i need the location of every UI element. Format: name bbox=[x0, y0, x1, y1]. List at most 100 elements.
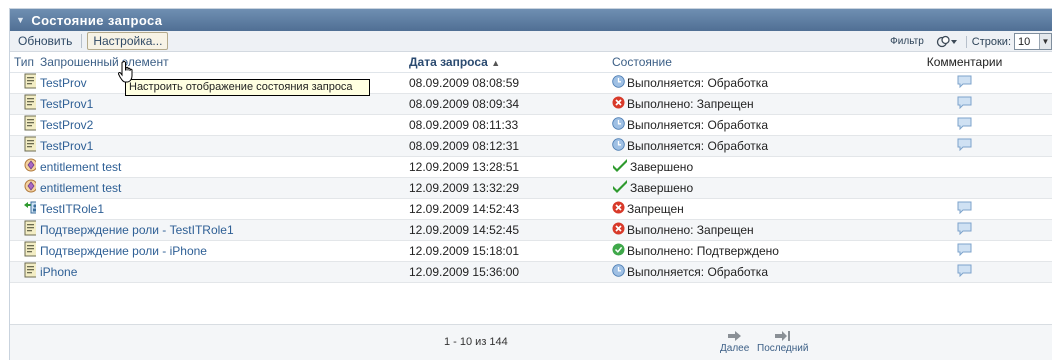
error-icon bbox=[612, 222, 627, 238]
request-date-cell: 12.09.2009 14:52:45 bbox=[405, 219, 608, 241]
column-header-type[interactable]: Тип bbox=[10, 52, 36, 73]
comment-icon[interactable] bbox=[957, 117, 972, 133]
table-row[interactable]: entitlement test 12.09.2009 13:32:29 Завер… bbox=[10, 177, 1052, 199]
comment-icon[interactable] bbox=[957, 138, 972, 154]
comment-cell bbox=[876, 72, 1052, 94]
request-date-cell: 12.09.2009 14:52:43 bbox=[405, 198, 608, 220]
refresh-button[interactable]: Обновить bbox=[12, 32, 78, 50]
document-icon bbox=[24, 262, 36, 281]
type-cell bbox=[10, 72, 36, 94]
comment-icon[interactable] bbox=[957, 222, 972, 238]
next-page-button[interactable]: Далее bbox=[720, 329, 749, 354]
clock-icon bbox=[612, 116, 627, 133]
table-row[interactable]: iPhone 12.09.2009 15:36:00 Выполняется: Об… bbox=[10, 261, 1052, 283]
toolbar-right: Фильтр Строки: 10 ▼ bbox=[890, 31, 1052, 52]
requested-item-link[interactable]: entitlement test bbox=[36, 156, 405, 178]
requested-item-link[interactable]: TestProv1 bbox=[36, 135, 405, 157]
filter-icon[interactable] bbox=[936, 35, 958, 49]
rows-per-page-value: 10 bbox=[1018, 35, 1031, 48]
document-icon bbox=[24, 94, 36, 113]
comment-cell bbox=[876, 177, 1052, 199]
status-text: Выполнено: Подтверждено bbox=[627, 243, 779, 258]
comment-cell bbox=[876, 114, 1052, 136]
entitlement-icon bbox=[24, 179, 36, 196]
type-cell bbox=[10, 156, 36, 178]
request-date-label: Дата запроса bbox=[409, 54, 488, 69]
checkmark-icon bbox=[612, 179, 630, 196]
table-row[interactable]: TestITRole1 12.09.2009 14:52:43 Запрещен bbox=[10, 198, 1052, 220]
table-row[interactable]: TestProv2 08.09.2009 08:11:33 Выполняется:… bbox=[10, 114, 1052, 136]
chevron-down-icon[interactable]: ▼ bbox=[1039, 34, 1051, 49]
status-text: Выполняется: Обработка bbox=[627, 117, 768, 132]
requested-item-link[interactable]: Подтверждение роли - TestITRole1 bbox=[36, 219, 405, 241]
last-page-button[interactable]: Последний bbox=[757, 329, 808, 354]
request-date-cell: 12.09.2009 15:36:00 bbox=[405, 261, 608, 283]
comment-icon[interactable] bbox=[957, 201, 972, 217]
type-cell bbox=[10, 198, 36, 220]
table-row[interactable]: Подтверждение роли - iPhone 12.09.2009 15… bbox=[10, 240, 1052, 262]
comment-icon[interactable] bbox=[957, 75, 972, 91]
requested-item-link[interactable]: Подтверждение роли - iPhone bbox=[36, 240, 405, 262]
error-icon bbox=[612, 201, 627, 217]
status-cell: Выполняется: Обработка bbox=[608, 72, 876, 94]
status-cell: Завершено bbox=[608, 177, 876, 199]
request-date-cell: 12.09.2009 13:28:51 bbox=[405, 156, 608, 178]
requested-item-link[interactable]: TestProv1 bbox=[36, 93, 405, 115]
panel-title-bar[interactable]: ▼ Состояние запроса bbox=[10, 9, 1052, 31]
approved-icon bbox=[612, 243, 627, 259]
clock-icon bbox=[612, 137, 627, 154]
comment-icon[interactable] bbox=[957, 243, 972, 259]
status-text: Выполняется: Обработка bbox=[627, 138, 768, 153]
arrow-last-icon bbox=[757, 329, 808, 343]
status-text: Запрещен bbox=[627, 201, 684, 216]
settings-tooltip: Настроить отображение состояния запроса bbox=[125, 79, 370, 96]
status-text: Завершено bbox=[630, 159, 694, 174]
toolbar-separator bbox=[81, 34, 83, 48]
column-header-requested-item[interactable]: Запрошенный элемент bbox=[36, 52, 405, 73]
toolbar: Обновить Настройка... Фильтр Строки: 10 … bbox=[10, 31, 1052, 52]
filter-link[interactable]: Фильтр bbox=[890, 36, 924, 47]
document-icon bbox=[24, 115, 36, 134]
comment-cell bbox=[876, 261, 1052, 283]
status-cell: Выполняется: Обработка bbox=[608, 261, 876, 283]
requested-item-link[interactable]: TestITRole1 bbox=[36, 198, 405, 220]
status-cell: Завершено bbox=[608, 156, 876, 178]
error-icon bbox=[612, 96, 627, 112]
comment-icon[interactable] bbox=[957, 264, 972, 280]
column-header-status[interactable]: Состояние bbox=[608, 52, 876, 73]
status-cell: Выполняется: Обработка bbox=[608, 135, 876, 157]
table-row[interactable]: Подтверждение роли - TestITRole1 12.09.20… bbox=[10, 219, 1052, 241]
status-cell: Выполняется: Обработка bbox=[608, 114, 876, 136]
requested-item-link[interactable]: entitlement test bbox=[36, 177, 405, 199]
comment-cell bbox=[876, 156, 1052, 178]
column-header-request-date[interactable]: Дата запроса ▲ bbox=[405, 52, 608, 73]
request-status-panel: ▼ Состояние запроса Обновить Настройка..… bbox=[9, 8, 1052, 360]
status-cell: Выполнено: Запрещен bbox=[608, 93, 876, 115]
checkmark-icon bbox=[612, 158, 630, 175]
table-row[interactable]: entitlement test 12.09.2009 13:28:51 Завер… bbox=[10, 156, 1052, 178]
request-date-cell: 08.09.2009 08:08:59 bbox=[405, 72, 608, 94]
status-text: Выполняется: Обработка bbox=[627, 75, 768, 90]
next-page-label: Далее bbox=[720, 343, 750, 354]
panel-title: Состояние запроса bbox=[31, 12, 163, 28]
status-cell: Запрещен bbox=[608, 198, 876, 220]
table-row[interactable]: TestProv1 08.09.2009 08:09:34 Выполнено: З… bbox=[10, 93, 1052, 115]
type-cell bbox=[10, 135, 36, 157]
rows-per-page-select[interactable]: 10 ▼ bbox=[1014, 33, 1052, 50]
collapse-triangle-icon[interactable]: ▼ bbox=[16, 15, 25, 25]
status-text: Выполняется: Обработка bbox=[627, 264, 768, 279]
sort-ascending-icon: ▲ bbox=[491, 57, 501, 68]
requested-item-link[interactable]: iPhone bbox=[36, 261, 405, 283]
type-cell bbox=[10, 219, 36, 241]
comment-cell bbox=[876, 198, 1052, 220]
table-row[interactable]: TestProv1 08.09.2009 08:12:31 Выполняется:… bbox=[10, 135, 1052, 157]
document-icon bbox=[24, 136, 36, 155]
hand-cursor-icon bbox=[117, 60, 136, 86]
comment-icon[interactable] bbox=[957, 96, 972, 112]
requested-item-link[interactable]: TestProv2 bbox=[36, 114, 405, 136]
clock-icon bbox=[612, 74, 627, 91]
request-date-cell: 12.09.2009 13:32:29 bbox=[405, 177, 608, 199]
settings-button[interactable]: Настройка... bbox=[87, 32, 169, 50]
comment-cell bbox=[876, 240, 1052, 262]
status-text: Выполнено: Запрещен bbox=[627, 96, 754, 111]
